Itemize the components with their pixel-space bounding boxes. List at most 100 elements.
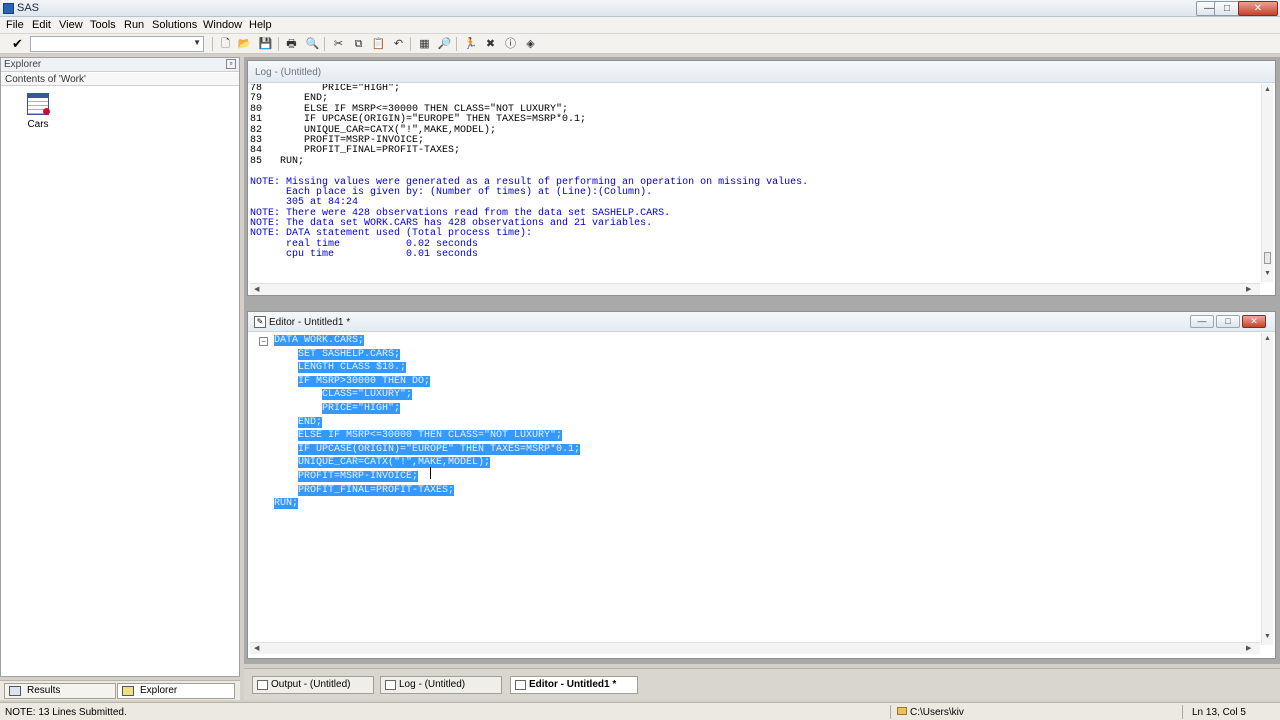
sas-icon[interactable]: ◈ [523,37,538,51]
explorer-contents-header: Contents of 'Work' [1,73,239,86]
copy-icon[interactable]: ⧉ [351,37,366,51]
explorer-panel: Explorer ▫ Contents of 'Work' Cars [0,57,240,677]
code-text: DATA WORK.CARS; [274,335,365,346]
save-icon[interactable]: 💾 [258,37,273,51]
tab-output[interactable]: Output - (Untitled) [252,676,374,694]
code-line: LENGTH CLASS $10.; [274,361,1274,375]
submit-icon[interactable]: 🏃 [463,37,478,51]
menu-view[interactable]: View [58,19,84,31]
tab-editor[interactable]: Editor - Untitled1 * [510,676,638,694]
editor-minimize-button[interactable]: — [1190,315,1214,328]
code-line: UNIQUE_CAR=CATX("!",MAKE,MODEL); [274,456,1274,470]
editor-maximize-button[interactable]: □ [1216,315,1240,328]
scroll-down-icon[interactable]: ▼ [1264,270,1271,277]
log-title-bar[interactable]: Log - (Untitled) [248,61,1275,83]
paste-icon[interactable]: 📋 [371,37,386,51]
status-path[interactable]: C:\Users\kiv [910,707,964,718]
break-icon[interactable]: ✖ [483,37,498,51]
menu-solutions[interactable]: Solutions [151,19,198,31]
code-line: IF UPCASE(ORIGIN)="EUROPE" THEN TAXES=MS… [274,443,1274,457]
contents-label: Contents of 'Work' [5,74,86,85]
editor-window: ✎ Editor - Untitled1 * — □ ✕ − DATA WORK… [247,311,1276,659]
maximize-button[interactable]: □ [1214,1,1240,16]
explorer-item-label[interactable]: Cars [21,119,55,130]
code-line: PROFIT_FINAL=PROFIT-TAXES; [274,484,1274,498]
folder-icon [897,707,907,715]
log-content[interactable]: 78 PRICE="HIGH"; 79 END; 80 ELSE IF MSRP<=… [250,84,1258,284]
text-cursor [430,467,432,479]
log-line: 78 PRICE="HIGH"; [250,84,401,94]
close-button[interactable]: ✕ [1238,1,1278,16]
toolbar-separator [212,37,213,51]
chevron-down-icon[interactable]: ▼ [193,38,201,47]
log-line: cpu time 0.01 seconds [250,249,479,261]
left-panel-tabs: Results Explorer [0,680,240,700]
editor-icon [515,680,526,690]
cursor-position: Ln 13, Col 5 [1192,707,1246,718]
menu-edit[interactable]: Edit [31,19,52,31]
check-icon[interactable]: ✔ [12,37,26,51]
help-icon[interactable]: ⓘ [503,37,518,51]
editor-content[interactable]: DATA WORK.CARS; SET SASHELP.CARS; LENGTH… [274,334,1274,634]
log-line: 84 PROFIT_FINAL=PROFIT-TAXES; [250,145,461,157]
toolbar-separator [456,37,457,51]
collapse-icon[interactable]: − [259,337,268,346]
editor-close-button[interactable]: ✕ [1242,315,1266,328]
code-line: DATA WORK.CARS; [274,334,1274,348]
code-text: END; [298,416,323,428]
libraries-icon[interactable]: ▦ [417,37,432,51]
undo-icon[interactable]: ↶ [391,37,406,51]
menu-run[interactable]: Run [123,19,145,31]
scroll-left-icon[interactable]: ◀ [254,285,259,293]
tab-log[interactable]: Log - (Untitled) [380,676,502,694]
log-vertical-scrollbar[interactable]: ▲ ▼ [1261,84,1273,282]
pin-icon[interactable]: ▫ [226,59,236,69]
new-icon[interactable]: 🗋 [218,37,233,51]
log-line: 81 IF UPCASE(ORIGIN)="EUROPE" THEN TAXES… [250,114,587,126]
log-icon [385,680,396,690]
code-line: RUN; [274,497,1274,511]
scroll-right-icon[interactable]: ▶ [1246,285,1251,293]
menu-bar: File Edit View Tools Run Solutions Windo… [0,17,1280,34]
code-text: RUN; [274,498,299,510]
scroll-right-icon[interactable]: ▶ [1246,644,1251,652]
tab-explorer[interactable]: Explorer [117,683,235,699]
explorer-icon [122,686,134,696]
tab-results[interactable]: Results [4,683,116,699]
status-bar: NOTE: 13 Lines Submitted. C:\Users\kiv L… [0,702,1280,720]
code-text: UNIQUE_CAR=CATX("!",MAKE,MODEL); [298,457,491,469]
editor-vertical-scrollbar[interactable]: ▲ ▼ [1261,333,1273,645]
scroll-thumb[interactable] [1264,252,1271,264]
cut-icon[interactable]: ✂ [331,37,346,51]
log-horizontal-scrollbar[interactable]: ◀ ▶ [250,283,1260,295]
scroll-up-icon[interactable]: ▲ [1264,335,1271,342]
print-preview-icon[interactable]: 🔍 [305,37,320,51]
editor-title-bar[interactable]: ✎ Editor - Untitled1 * — □ ✕ [248,312,1275,332]
explorer-icon[interactable]: 🔎 [437,37,452,51]
toolbar: ✔ ▼ 🗋 📂 💾 🖶 🔍 ✂ ⧉ 📋 ↶ ▦ 🔎 🏃 ✖ ⓘ ◈ [0,34,1280,54]
explorer-title-bar: Explorer ▫ [1,58,239,72]
scroll-down-icon[interactable]: ▼ [1264,633,1271,640]
print-icon[interactable]: 🖶 [284,37,299,51]
log-line: Each place is given by: (Number of times… [250,186,653,198]
output-icon [257,680,268,690]
scroll-left-icon[interactable]: ◀ [254,644,259,652]
results-icon [9,686,21,696]
code-text: PROFIT_FINAL=PROFIT-TAXES; [298,484,455,496]
menu-file[interactable]: File [5,19,25,31]
code-text: PRICE="HIGH"; [322,402,401,414]
status-message: NOTE: 13 Lines Submitted. [5,707,127,718]
menu-tools[interactable]: Tools [89,19,117,31]
editor-horizontal-scrollbar[interactable]: ◀ ▶ [250,642,1260,654]
open-icon[interactable]: 📂 [237,37,252,51]
menu-window[interactable]: Window [202,19,243,31]
command-box[interactable]: ▼ [30,36,204,52]
scroll-up-icon[interactable]: ▲ [1264,86,1271,93]
menu-help[interactable]: Help [248,19,273,31]
log-title: Log - (Untitled) [255,67,322,78]
tab-editor-label: Editor - Untitled1 * [529,679,617,690]
